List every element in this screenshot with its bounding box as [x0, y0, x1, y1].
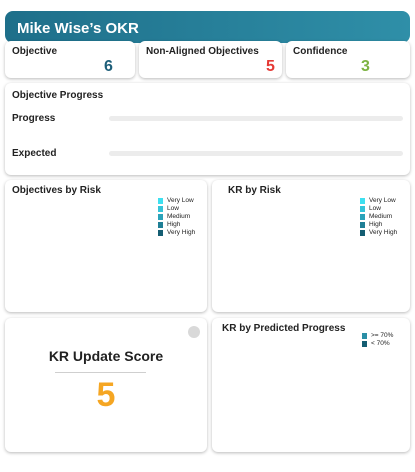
legend-swatch — [360, 230, 365, 236]
legend-label: Very Low — [369, 197, 396, 204]
legend-swatch — [360, 214, 365, 220]
legend-item[interactable]: >= 70% — [362, 332, 393, 340]
legend-swatch — [158, 206, 163, 212]
legend-label: Very High — [369, 229, 398, 236]
objective-kpi-label: Objective — [12, 46, 58, 57]
kr-by-risk-legend: Very Low Low Medium High Very High — [360, 197, 397, 237]
objectives-by-risk-title: Objectives by Risk — [12, 185, 101, 196]
legend-item[interactable]: Very Low — [158, 197, 195, 205]
legend-item[interactable]: < 70% — [362, 340, 393, 348]
score-divider — [55, 372, 146, 373]
expected-label: Expected — [12, 148, 57, 159]
legend-label: >= 70% — [371, 332, 394, 339]
kr-by-risk-title: KR by Risk — [228, 185, 281, 196]
legend-swatch — [362, 333, 367, 339]
toggle-icon[interactable] — [188, 326, 200, 338]
legend-label: Very Low — [167, 197, 194, 204]
confidence-kpi-value: 3 — [361, 58, 370, 75]
legend-label: High — [369, 221, 383, 228]
legend-label: Medium — [369, 213, 393, 220]
objectives-by-risk-legend: Very Low Low Medium High Very High — [158, 197, 195, 237]
kr-update-score-card: KR Update Score 5 — [5, 318, 207, 452]
legend-label: Very High — [167, 229, 196, 236]
legend-label: < 70% — [371, 340, 390, 347]
progress-label: Progress — [12, 113, 56, 124]
objective-kpi-value: 6 — [104, 58, 113, 75]
kr-update-score-label: KR Update Score — [48, 348, 164, 364]
legend-swatch — [158, 222, 163, 228]
non-aligned-kpi-value: 5 — [266, 58, 275, 75]
kr-by-risk-card: KR by Risk Very Low Low Medium High Very… — [212, 180, 410, 312]
non-aligned-kpi-label: Non-Aligned Objectives — [146, 46, 259, 57]
legend-item[interactable]: Medium — [360, 213, 397, 221]
non-aligned-kpi-card[interactable]: Non-Aligned Objectives 5 — [139, 41, 282, 78]
legend-swatch — [158, 198, 163, 204]
confidence-kpi-card[interactable]: Confidence 3 — [286, 41, 410, 78]
page-title: Mike Wise’s OKR — [17, 20, 139, 37]
legend-swatch — [360, 206, 365, 212]
legend-swatch — [362, 341, 367, 347]
legend-item[interactable]: Medium — [158, 213, 195, 221]
progress-bar — [109, 116, 403, 121]
kr-update-score-value: 5 — [96, 376, 116, 414]
objective-kpi-card[interactable]: Objective 6 — [5, 41, 135, 78]
legend-label: Low — [369, 205, 381, 212]
legend-swatch — [158, 230, 163, 236]
objectives-by-risk-card: Objectives by Risk Very Low Low Medium H… — [5, 180, 207, 312]
expected-bar — [109, 151, 403, 156]
legend-item[interactable]: High — [158, 221, 195, 229]
legend-item[interactable]: Very Low — [360, 197, 397, 205]
legend-item[interactable]: Low — [360, 205, 397, 213]
page-header: Mike Wise’s OKR — [5, 11, 410, 43]
kr-by-predicted-progress-card: KR by Predicted Progress >= 70% < 70% — [212, 318, 410, 452]
legend-item[interactable]: Very High — [360, 229, 397, 237]
legend-swatch — [158, 214, 163, 220]
legend-item[interactable]: High — [360, 221, 397, 229]
kr-by-predicted-progress-legend: >= 70% < 70% — [362, 332, 393, 348]
objective-progress-card: Objective Progress Progress Expected — [5, 83, 410, 175]
objective-progress-title: Objective Progress — [12, 90, 104, 101]
legend-label: High — [167, 221, 181, 228]
legend-label: Low — [167, 205, 179, 212]
legend-item[interactable]: Very High — [158, 229, 195, 237]
legend-swatch — [360, 222, 365, 228]
legend-label: Medium — [167, 213, 191, 220]
kr-by-predicted-progress-title: KR by Predicted Progress — [222, 323, 346, 334]
legend-item[interactable]: Low — [158, 205, 195, 213]
legend-swatch — [360, 198, 365, 204]
confidence-kpi-label: Confidence — [293, 46, 348, 57]
